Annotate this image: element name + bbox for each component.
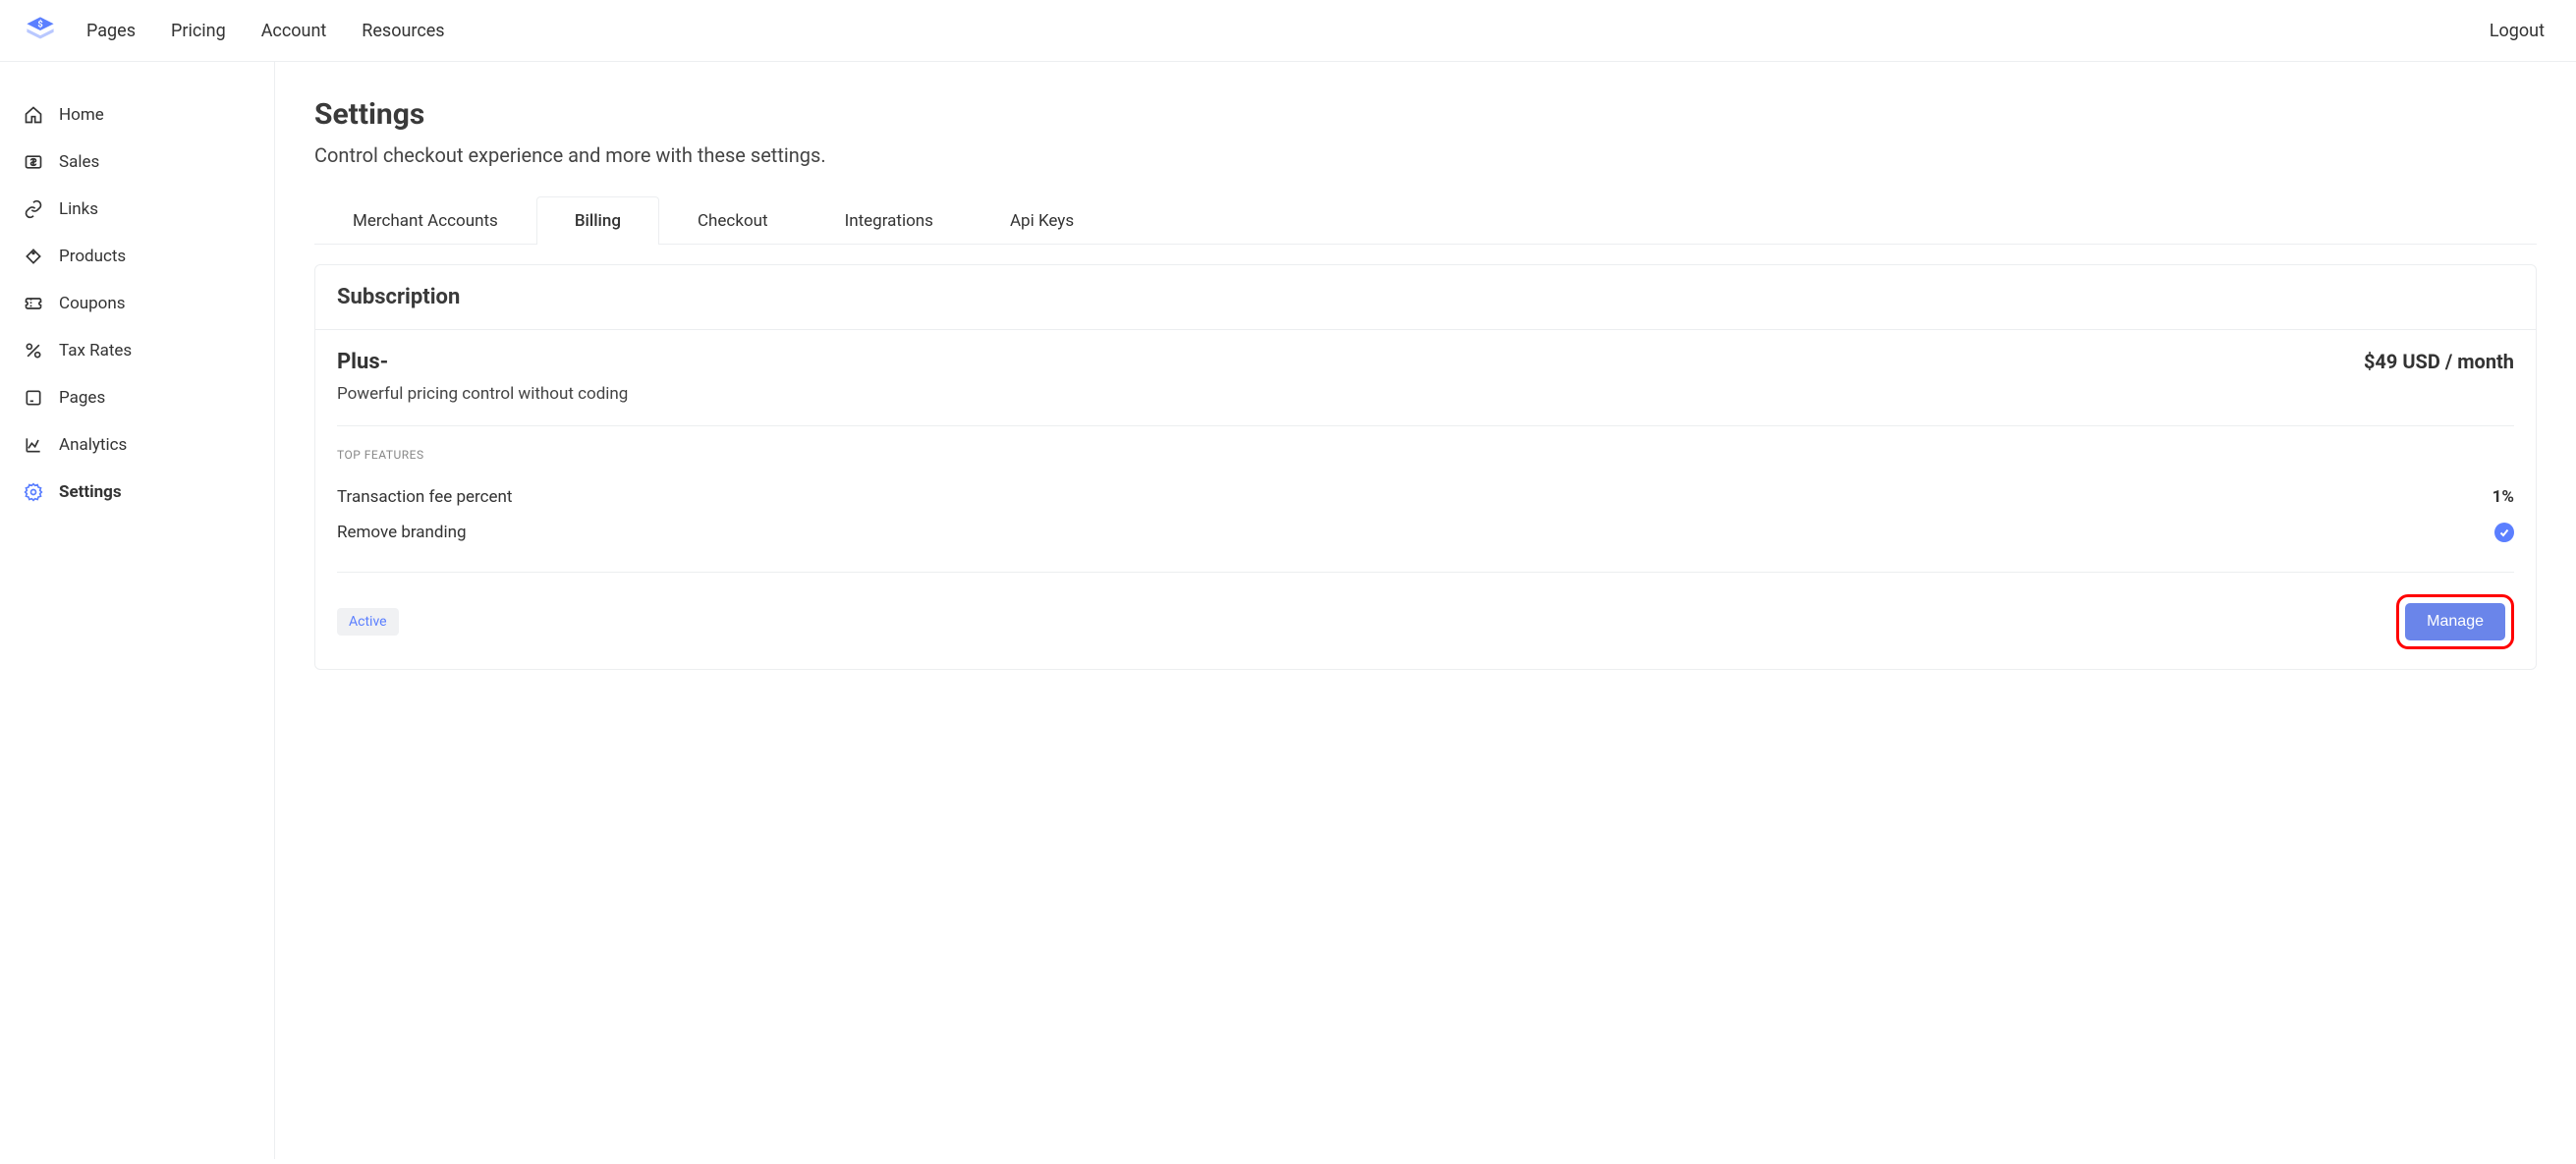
card-title: Subscription xyxy=(337,285,2514,309)
check-icon xyxy=(2494,523,2514,542)
sidebar-item-label: Settings xyxy=(59,482,122,502)
sidebar-item-label: Sales xyxy=(59,152,99,172)
tab-integrations[interactable]: Integrations xyxy=(807,196,972,245)
plan-price: $49 USD / month xyxy=(2364,350,2514,373)
sidebar: Home Sales Links Products Coupons xyxy=(0,62,275,1159)
page-subtitle: Control checkout experience and more wit… xyxy=(314,143,2537,167)
sidebar-item-coupons[interactable]: Coupons xyxy=(0,280,274,327)
sidebar-item-label: Analytics xyxy=(59,435,127,455)
sidebar-item-label: Coupons xyxy=(59,294,126,313)
manage-button[interactable]: Manage xyxy=(2405,603,2505,640)
status-badge: Active xyxy=(337,608,399,636)
nav-link-pricing[interactable]: Pricing xyxy=(171,21,226,41)
gear-icon xyxy=(24,482,43,502)
sidebar-item-analytics[interactable]: Analytics xyxy=(0,421,274,469)
top-nav: $ Pages Pricing Account Resources Logout xyxy=(0,0,2576,62)
sidebar-item-label: Tax Rates xyxy=(59,341,132,360)
card-footer: Active Manage xyxy=(337,594,2514,649)
card-body: Plus- Powerful pricing control without c… xyxy=(315,330,2536,669)
percent-icon xyxy=(24,341,43,360)
top-nav-left: $ Pages Pricing Account Resources xyxy=(24,14,445,47)
main-content: Settings Control checkout experience and… xyxy=(275,62,2576,1159)
features-label: TOP FEATURES xyxy=(337,448,2514,462)
tab-merchant-accounts[interactable]: Merchant Accounts xyxy=(314,196,536,245)
tag-icon xyxy=(24,247,43,266)
divider xyxy=(337,425,2514,426)
logo-icon[interactable]: $ xyxy=(24,14,57,47)
sidebar-item-pages[interactable]: Pages xyxy=(0,374,274,421)
layout: Home Sales Links Products Coupons xyxy=(0,62,2576,1159)
feature-row-remove-branding: Remove branding xyxy=(337,515,2514,550)
settings-tabs: Merchant Accounts Billing Checkout Integ… xyxy=(314,196,2537,245)
tab-api-keys[interactable]: Api Keys xyxy=(972,196,1112,245)
logout-link[interactable]: Logout xyxy=(2490,21,2545,41)
manage-button-highlight: Manage xyxy=(2396,594,2514,649)
subscription-card: Subscription Plus- Powerful pricing cont… xyxy=(314,264,2537,670)
feature-label: Transaction fee percent xyxy=(337,487,512,507)
divider xyxy=(337,572,2514,573)
link-icon xyxy=(24,199,43,219)
plan-row: Plus- Powerful pricing control without c… xyxy=(337,350,2514,404)
page-icon xyxy=(24,388,43,408)
plan-info: Plus- Powerful pricing control without c… xyxy=(337,350,628,404)
nav-links: Pages Pricing Account Resources xyxy=(86,21,445,41)
feature-value: 1% xyxy=(2492,487,2514,507)
feature-label: Remove branding xyxy=(337,523,467,542)
svg-text:$: $ xyxy=(37,20,42,30)
nav-link-account[interactable]: Account xyxy=(261,21,327,41)
tab-checkout[interactable]: Checkout xyxy=(659,196,807,245)
nav-link-pages[interactable]: Pages xyxy=(86,21,136,41)
sidebar-item-label: Products xyxy=(59,247,126,266)
sidebar-item-label: Links xyxy=(59,199,98,219)
chart-icon xyxy=(24,435,43,455)
feature-row-transaction-fee: Transaction fee percent 1% xyxy=(337,479,2514,515)
sidebar-item-products[interactable]: Products xyxy=(0,233,274,280)
dollar-icon xyxy=(24,152,43,172)
ticket-icon xyxy=(24,294,43,313)
tab-billing[interactable]: Billing xyxy=(536,196,659,245)
sidebar-item-sales[interactable]: Sales xyxy=(0,139,274,186)
sidebar-item-taxrates[interactable]: Tax Rates xyxy=(0,327,274,374)
sidebar-item-home[interactable]: Home xyxy=(0,91,274,139)
sidebar-item-settings[interactable]: Settings xyxy=(0,469,274,516)
page-title: Settings xyxy=(314,97,2537,132)
sidebar-item-label: Home xyxy=(59,105,104,125)
plan-desc: Powerful pricing control without coding xyxy=(337,384,628,404)
card-header: Subscription xyxy=(315,265,2536,330)
nav-link-resources[interactable]: Resources xyxy=(362,21,444,41)
sidebar-item-links[interactable]: Links xyxy=(0,186,274,233)
home-icon xyxy=(24,105,43,125)
plan-name: Plus- xyxy=(337,350,628,374)
sidebar-item-label: Pages xyxy=(59,388,105,408)
